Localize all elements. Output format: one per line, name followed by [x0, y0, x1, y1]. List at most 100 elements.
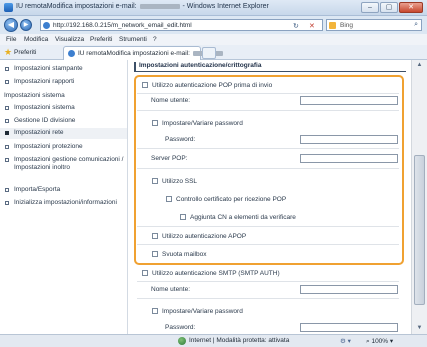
smtp-auth-label: Utilizzo autenticazione SMTP (SMTP AUTH) — [152, 270, 280, 277]
main-content: Impostazioni autenticazione/crittografia… — [129, 60, 411, 334]
status-zone-text: Internet | Modalità protetta: attivata — [189, 337, 290, 344]
zoom-value: 100% — [371, 338, 389, 345]
bullet-icon — [5, 145, 9, 149]
status-bar: Internet | Modalità protetta: attivata ⚙… — [0, 334, 427, 347]
sidebar-item-reports[interactable]: Impostazioni rapporti — [0, 78, 127, 87]
verify-certificate-checkbox[interactable] — [166, 196, 172, 202]
smtp-username-field[interactable] — [300, 285, 398, 294]
favorites-bar: ★ Preferiti IU remotaModifica impostazio… — [0, 45, 427, 60]
menu-favorites[interactable]: Preferiti — [90, 36, 112, 43]
verify-certificate-label: Controllo certificato per ricezione POP — [176, 196, 287, 203]
smtp-auth-checkbox[interactable] — [142, 270, 148, 276]
pop-username-field[interactable] — [300, 96, 398, 105]
add-cn-checkbox[interactable] — [180, 214, 186, 220]
search-icon[interactable]: ⌕ — [414, 21, 418, 29]
pop-auth-label: Utilizzo autenticazione POP prima di inv… — [152, 82, 273, 89]
search-placeholder: Bing — [340, 22, 354, 29]
menu-file[interactable]: File — [6, 36, 16, 43]
bullet-selected-icon — [5, 131, 9, 135]
refresh-icon[interactable]: ↻ — [293, 22, 299, 30]
divider — [137, 244, 399, 245]
sidebar-item-initialize[interactable]: Inizializza impostazioni/informazioni — [0, 199, 127, 217]
ssl-label: Utilizzo SSL — [162, 178, 198, 185]
stop-icon[interactable]: ✕ — [309, 22, 315, 30]
divider — [137, 226, 399, 227]
sidebar-item-import-export[interactable]: Importa/Esporta — [0, 186, 127, 195]
security-settings-icon[interactable]: ⚙ ▾ — [340, 337, 351, 345]
sidebar-item-system[interactable]: Impostazioni sistema — [0, 104, 127, 113]
divider — [137, 298, 399, 299]
menu-tools[interactable]: Strumenti — [119, 36, 147, 43]
divider — [137, 281, 399, 282]
address-bar-row: ◀ ▶ http://192.168.0.215/m_network_email… — [0, 16, 427, 34]
sidebar-item-label: Inizializza impostazioni/informazioni — [14, 199, 117, 206]
zoom-level[interactable]: ⌕ 100% ▾ — [366, 337, 393, 346]
forward-button[interactable]: ▶ — [20, 19, 32, 31]
sidebar-group-heading: Impostazioni sistema — [4, 92, 65, 99]
divider — [137, 148, 399, 149]
browser-tab[interactable]: IU remotaModifica impostazioni e-mail: — [63, 46, 223, 60]
sidebar-item-department-id[interactable]: Gestione ID divisione — [0, 117, 127, 126]
sidebar-item-network[interactable]: Impostazioni rete — [0, 128, 127, 139]
menu-edit[interactable]: Modifica — [24, 36, 48, 43]
close-button[interactable]: ✕ — [399, 2, 423, 13]
new-tab-button[interactable] — [202, 47, 216, 59]
clear-mailbox-checkbox[interactable] — [152, 251, 158, 257]
scroll-down-icon[interactable]: ▼ — [412, 323, 427, 334]
pop-username-label: Nome utente: — [151, 97, 191, 104]
address-field[interactable]: http://192.168.0.215/m_network_email_edi… — [40, 19, 323, 31]
apop-label: Utilizzo autenticazione APOP — [162, 233, 247, 240]
divider — [137, 93, 399, 94]
tab-page-icon — [68, 50, 75, 57]
favorites-label[interactable]: Preferiti — [14, 49, 36, 56]
pop-server-field[interactable] — [300, 154, 398, 163]
ie-icon — [4, 3, 13, 12]
sidebar: Impostazioni stampante Impostazioni rapp… — [0, 60, 128, 334]
pop-auth-checkbox[interactable] — [142, 82, 148, 88]
search-box[interactable]: Bing ⌕ — [326, 19, 422, 31]
clear-mailbox-label: Svuota mailbox — [162, 251, 207, 258]
vertical-scrollbar[interactable]: ▲ ▼ — [411, 60, 427, 334]
back-arrow-icon: ◀ — [7, 20, 15, 29]
window-titlebar: IU remotaModifica impostazioni e-mail: -… — [0, 0, 427, 16]
sidebar-item-label: Impostazioni rapporti — [14, 78, 75, 85]
sidebar-item-label: Impostazioni sistema — [14, 104, 75, 111]
bullet-icon — [5, 80, 9, 84]
menu-view[interactable]: Visualizza — [55, 36, 84, 43]
pop-server-label: Server POP: — [151, 155, 188, 162]
divider — [137, 168, 399, 169]
bullet-icon — [5, 119, 9, 123]
sidebar-item-label: Gestione ID divisione — [14, 117, 76, 124]
zoom-icon: ⌕ — [366, 338, 370, 345]
sidebar-item-communications[interactable]: Impostazioni gestione comunicazioni / Im… — [0, 156, 127, 182]
star-icon[interactable]: ★ — [4, 47, 12, 57]
menu-help[interactable]: ? — [153, 36, 157, 43]
bullet-icon — [5, 106, 9, 110]
bing-icon — [329, 22, 336, 29]
sidebar-item-label: Importa/Esporta — [14, 186, 61, 193]
back-button[interactable]: ◀ — [4, 18, 18, 32]
scroll-up-icon[interactable]: ▲ — [412, 60, 427, 71]
apop-checkbox[interactable] — [152, 233, 158, 239]
smtp-password-field[interactable] — [300, 323, 398, 332]
page-icon — [43, 22, 50, 29]
sidebar-item-label: Impostazioni stampante — [14, 65, 83, 72]
smtp-password-label: Password: — [165, 324, 196, 331]
pop-password-field[interactable] — [300, 135, 398, 144]
maximize-button[interactable]: ▢ — [380, 2, 398, 13]
minimize-button[interactable]: – — [361, 2, 379, 13]
forward-arrow-icon: ▶ — [23, 22, 29, 28]
bullet-icon — [5, 158, 9, 162]
ssl-checkbox[interactable] — [152, 178, 158, 184]
smtp-username-label: Nome utente: — [151, 286, 191, 293]
bullet-icon — [5, 201, 9, 205]
pop-password-label: Password: — [165, 136, 196, 143]
sidebar-item-security[interactable]: Impostazioni protezione — [0, 143, 127, 152]
pop-set-password-checkbox[interactable] — [152, 120, 158, 126]
scroll-thumb[interactable] — [414, 155, 425, 305]
sidebar-item-printer[interactable]: Impostazioni stampante — [0, 65, 127, 74]
smtp-set-password-checkbox[interactable] — [152, 308, 158, 314]
smtp-set-password-label: Impostare/Variare password — [162, 308, 243, 315]
window-title-suffix: - Windows Internet Explorer — [182, 3, 269, 10]
url-text: http://192.168.0.215/m_network_email_edi… — [53, 22, 192, 29]
